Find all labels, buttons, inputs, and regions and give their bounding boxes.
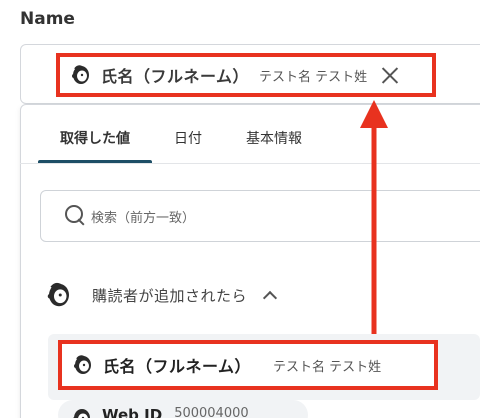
field-label: Name bbox=[20, 9, 75, 29]
list-item-sample: 500004000 bbox=[174, 406, 249, 418]
tab-date[interactable]: 日付 bbox=[152, 116, 224, 164]
list-item[interactable]: Web ID 500004000 bbox=[58, 400, 308, 418]
divider bbox=[20, 163, 480, 164]
group-title: 購読者が追加されたら bbox=[92, 286, 248, 305]
tab-obtained-values[interactable]: 取得した値 bbox=[38, 116, 152, 164]
chip-name: 氏名（フルネーム） bbox=[101, 67, 250, 86]
mailchimp-icon bbox=[74, 355, 91, 374]
search-placeholder: 検索（前方一致） bbox=[91, 210, 196, 226]
search-icon bbox=[65, 205, 87, 227]
mailchimp-icon bbox=[73, 409, 90, 418]
mailchimp-icon bbox=[72, 65, 89, 84]
list-item-name: 氏名（フルネーム） bbox=[103, 357, 252, 376]
close-icon[interactable] bbox=[381, 66, 399, 84]
tab-bar: 取得した値 日付 基本情報 bbox=[38, 116, 324, 164]
chevron-up-icon[interactable] bbox=[262, 290, 278, 306]
chip-sample: テスト名 テスト姓 bbox=[259, 69, 368, 85]
list-item-sample: テスト名 テスト姓 bbox=[273, 359, 382, 375]
mailchimp-icon bbox=[47, 282, 69, 307]
list-item[interactable]: 氏名（フルネーム） テスト名 テスト姓 bbox=[58, 340, 438, 390]
selected-value-chip[interactable]: 氏名（フルネーム） テスト名 テスト姓 bbox=[56, 53, 436, 97]
group-header[interactable]: 購読者が追加されたら bbox=[44, 280, 278, 310]
search-input[interactable]: 検索（前方一致） bbox=[40, 190, 480, 242]
list-item-name: Web ID bbox=[102, 406, 163, 418]
tab-basic-info[interactable]: 基本情報 bbox=[224, 116, 324, 164]
